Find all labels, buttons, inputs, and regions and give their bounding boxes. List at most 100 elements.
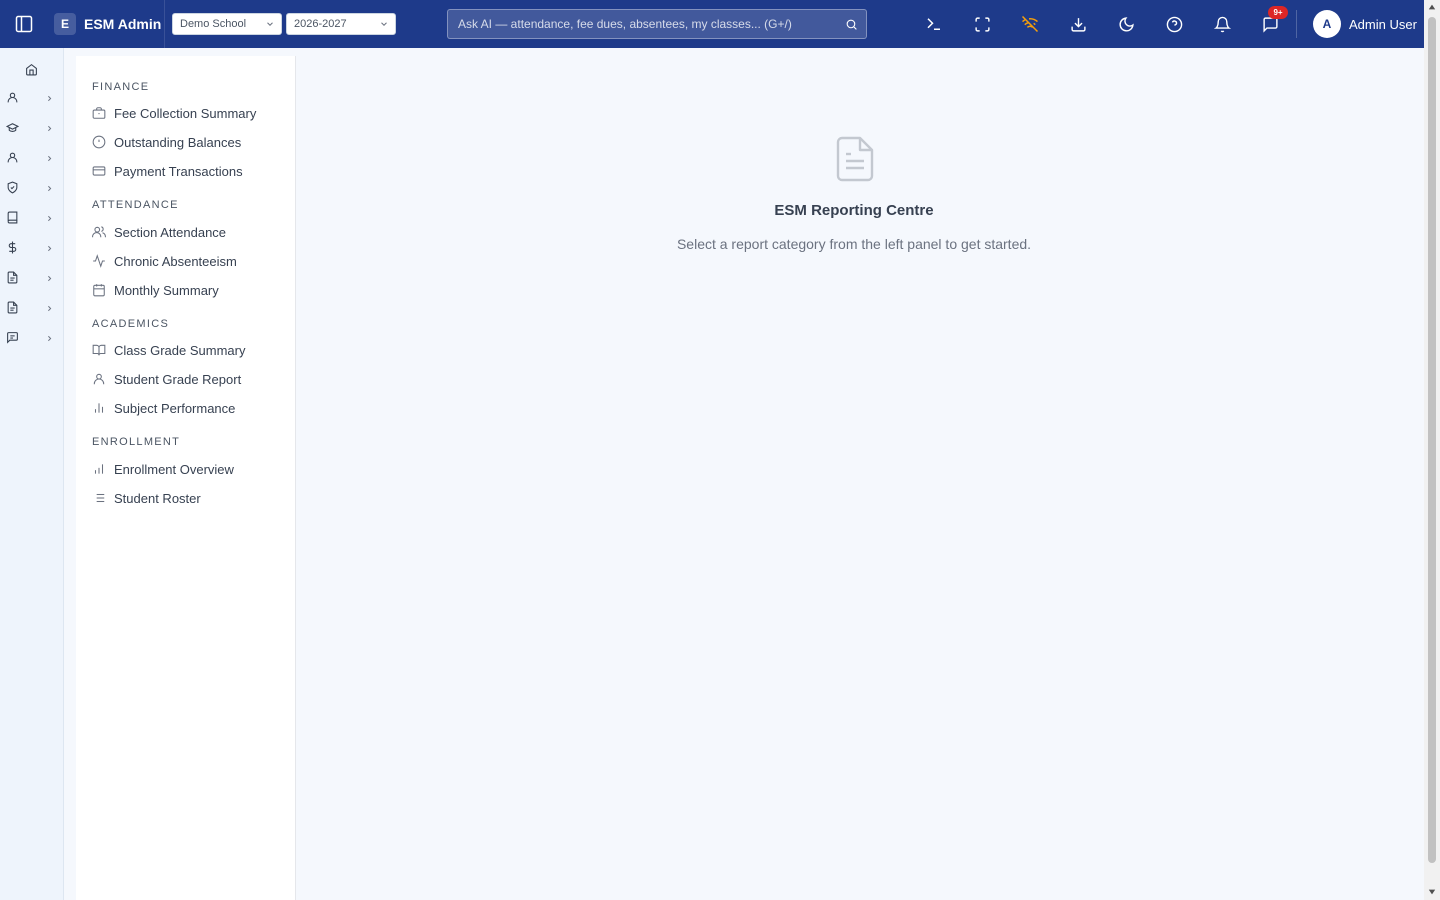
section-title-attendance: ATTENDANCE (92, 199, 179, 211)
report-label: Section Attendance (114, 224, 227, 240)
scroll-down-arrow-icon[interactable] (1428, 888, 1436, 896)
download-icon (1070, 17, 1086, 32)
report-student-roster[interactable]: Student Roster (88, 486, 284, 510)
brand-logo: E (54, 13, 76, 35)
report-fee-collection-summary[interactable]: Fee Collection Summary (88, 101, 284, 125)
report-payment-transactions[interactable]: Payment Transactions (88, 159, 284, 183)
user-name: Admin User (1349, 16, 1417, 32)
icon-rail (0, 48, 64, 900)
document-icon (7, 271, 18, 284)
offline-status-button[interactable] (1018, 12, 1042, 36)
page-scrollbar[interactable] (1424, 0, 1440, 900)
report-label: Enrollment Overview (114, 461, 234, 477)
report-monthly-summary[interactable]: Monthly Summary (88, 278, 284, 302)
notifications-button[interactable] (1210, 12, 1234, 36)
school-select[interactable]: Demo School (172, 13, 282, 35)
theme-toggle-button[interactable] (1114, 12, 1138, 36)
credit-card-icon (92, 166, 106, 176)
message-icon (7, 332, 18, 344)
user-icon (7, 92, 18, 103)
help-button[interactable] (1162, 12, 1186, 36)
rail-item-library[interactable] (0, 207, 63, 231)
report-label: Class Grade Summary (114, 342, 246, 358)
chevron-right-icon (48, 155, 52, 162)
briefcase-icon (92, 107, 106, 119)
graduation-cap-icon (6, 123, 19, 132)
terminal-button[interactable] (922, 12, 946, 36)
moon-icon (1119, 16, 1134, 31)
ai-search-bar (447, 9, 867, 39)
activity-icon (93, 254, 105, 268)
bar-chart-icon (94, 464, 104, 474)
report-label: Outstanding Balances (114, 134, 242, 150)
chevron-right-icon (48, 335, 52, 342)
section-title-academics: ACADEMICS (92, 318, 170, 330)
rail-item-documents[interactable] (0, 267, 63, 291)
bar-chart-icon (94, 403, 104, 413)
scroll-up-arrow-icon[interactable] (1428, 3, 1436, 11)
report-label: Chronic Absenteeism (114, 253, 237, 269)
rail-item-messages[interactable] (0, 327, 63, 351)
section-title-enrollment: ENROLLMENT (92, 436, 181, 448)
chevron-down-icon (267, 22, 273, 26)
chevron-right-icon (48, 275, 52, 282)
document-icon (7, 301, 18, 314)
home-icon (26, 63, 37, 76)
messages-button[interactable]: 9+ (1258, 6, 1288, 36)
report-nav-panel: FINANCE Fee Collection Summary Outstandi… (76, 56, 296, 900)
report-label: Payment Transactions (114, 163, 243, 179)
report-subject-performance[interactable]: Subject Performance (88, 396, 284, 420)
empty-state-message: Select a report category from the left p… (676, 236, 1032, 252)
rail-item-staff[interactable] (0, 147, 63, 171)
search-button[interactable] (836, 18, 866, 31)
school-select-value: Demo School (180, 18, 247, 30)
wifi-off-icon (1021, 15, 1039, 33)
report-enrollment-overview[interactable]: Enrollment Overview (88, 457, 284, 481)
chevron-down-icon (381, 22, 387, 26)
ai-search-input[interactable] (448, 9, 836, 39)
book-icon (7, 211, 18, 224)
report-section-attendance[interactable]: Section Attendance (88, 220, 284, 244)
report-label: Subject Performance (114, 400, 236, 416)
rail-item-academics[interactable] (0, 117, 63, 141)
report-label: Fee Collection Summary (114, 105, 257, 121)
fullscreen-button[interactable] (970, 12, 994, 36)
brand[interactable]: E ESM Admin (48, 0, 165, 48)
help-icon (1166, 16, 1182, 32)
year-select[interactable]: 2026-2027 (286, 13, 396, 35)
scroll-thumb[interactable] (1428, 17, 1436, 863)
report-label: Monthly Summary (114, 282, 219, 298)
user-menu[interactable]: A Admin User (1313, 10, 1417, 38)
rail-item-security[interactable] (0, 177, 63, 201)
shield-icon (7, 181, 18, 194)
chevron-right-icon (48, 125, 52, 132)
dollar-icon (8, 241, 17, 254)
report-label: Student Grade Report (114, 371, 242, 387)
rail-item-users[interactable] (0, 87, 63, 111)
rail-item-reports[interactable] (0, 297, 63, 321)
brand-name: ESM Admin (84, 16, 162, 32)
alert-circle-icon (92, 135, 106, 149)
list-icon (93, 493, 105, 503)
report-outstanding-balances[interactable]: Outstanding Balances (88, 130, 284, 154)
chevron-right-icon (48, 215, 52, 222)
chevron-right-icon (48, 305, 52, 312)
chevron-right-icon (48, 245, 52, 252)
page-title: ESM Reporting Centre (774, 202, 934, 219)
terminal-icon (927, 18, 940, 30)
chevron-right-icon (48, 185, 52, 192)
bell-icon (1213, 16, 1231, 32)
download-button[interactable] (1066, 12, 1090, 36)
user-icon (93, 373, 105, 385)
report-class-grade-summary[interactable]: Class Grade Summary (88, 338, 284, 362)
report-chronic-absenteeism[interactable]: Chronic Absenteeism (88, 249, 284, 273)
header-divider (1296, 10, 1297, 38)
rail-item-finance[interactable] (0, 237, 63, 261)
fullscreen-icon (974, 16, 990, 32)
year-select-value: 2026-2027 (294, 18, 347, 30)
home-button[interactable] (25, 63, 38, 76)
sidebar-toggle-button[interactable] (0, 0, 48, 48)
report-label: Student Roster (114, 490, 201, 506)
users-icon (92, 226, 106, 238)
report-student-grade-report[interactable]: Student Grade Report (88, 367, 284, 391)
